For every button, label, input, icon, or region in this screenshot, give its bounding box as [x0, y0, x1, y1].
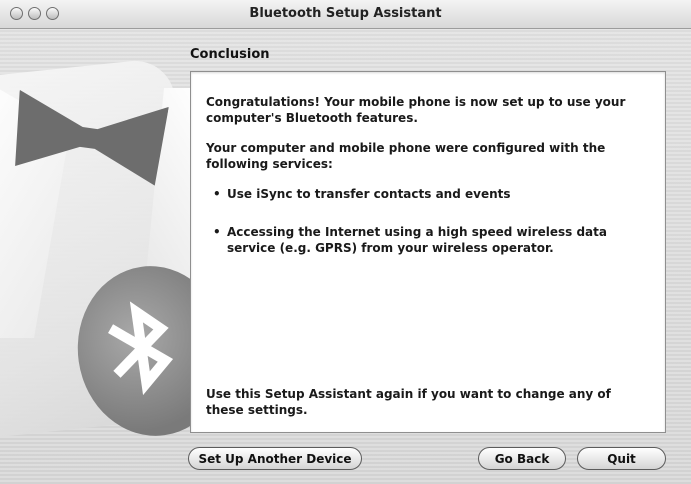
intro-text: Congratulations! Your mobile phone is no…: [206, 95, 626, 125]
bullet-icon: •: [213, 225, 221, 239]
service-item-label: Use iSync to transfer contacts and event…: [227, 187, 511, 201]
service-item-label: Accessing the Internet using a high spee…: [227, 225, 607, 255]
title-bar: Bluetooth Setup Assistant: [0, 0, 691, 29]
service-item: • Use iSync to transfer contacts and eve…: [213, 186, 637, 202]
tuxedo-illustration: [0, 28, 240, 448]
bullet-icon: •: [213, 187, 221, 201]
section-title: Conclusion: [190, 47, 270, 62]
footer-note: Use this Setup Assistant again if you wa…: [206, 387, 611, 417]
bluetooth-icon: [108, 301, 174, 396]
set-up-another-device-button[interactable]: Set Up Another Device: [188, 447, 362, 470]
conclusion-panel: Congratulations! Your mobile phone is no…: [190, 71, 666, 433]
services-heading: Your computer and mobile phone were conf…: [206, 141, 606, 171]
go-back-button[interactable]: Go Back: [478, 447, 566, 470]
quit-button[interactable]: Quit: [577, 447, 666, 470]
window-title: Bluetooth Setup Assistant: [249, 6, 442, 21]
service-item: • Accessing the Internet using a high sp…: [213, 224, 637, 256]
setup-assistant-window: Bluetooth Setup Assistant Conclusion Con…: [0, 0, 691, 484]
